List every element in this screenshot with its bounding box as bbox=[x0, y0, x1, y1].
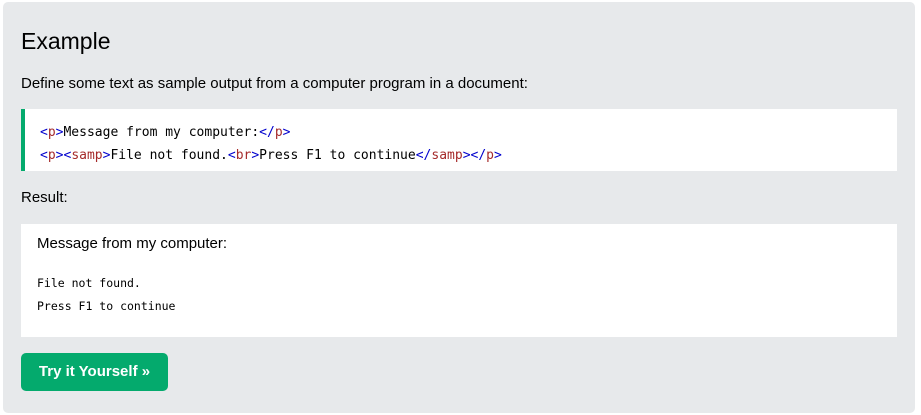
code-tag-bracket: > bbox=[282, 125, 291, 140]
code-text: File not found. bbox=[110, 148, 228, 163]
code-tag-name: p bbox=[274, 125, 283, 140]
code-tag-name: p bbox=[47, 125, 56, 140]
code-tag-bracket: < bbox=[227, 148, 236, 163]
code-tag-name: p bbox=[486, 148, 494, 163]
code-tag-bracket: < bbox=[40, 125, 48, 140]
code-tag-name: br bbox=[235, 148, 252, 163]
result-box: Message from my computer: File not found… bbox=[21, 224, 897, 337]
code-tag-bracket: >< bbox=[55, 148, 72, 163]
code-tag-name: samp bbox=[431, 148, 463, 163]
code-text: Press F1 to continue bbox=[259, 148, 416, 163]
code-tag-bracket: > bbox=[494, 148, 502, 163]
code-tag-name: samp bbox=[71, 148, 103, 163]
example-title: Example bbox=[21, 28, 111, 54]
try-it-yourself-button[interactable]: Try it Yourself » bbox=[21, 353, 168, 391]
code-text: Message from my computer: bbox=[63, 125, 260, 140]
example-panel: Example Define some text as sample outpu… bbox=[3, 2, 915, 413]
result-samp-line: File not found. bbox=[37, 276, 141, 290]
code-tag-bracket: > bbox=[251, 148, 260, 163]
result-samp-line: Press F1 to continue bbox=[37, 299, 176, 313]
example-description: Define some text as sample output from a… bbox=[21, 75, 528, 92]
code-tag-bracket: ></ bbox=[462, 148, 487, 163]
code-tag-bracket: < bbox=[40, 148, 48, 163]
code-tag-bracket: </ bbox=[259, 125, 275, 140]
result-paragraph: Message from my computer: bbox=[37, 235, 228, 252]
result-label: Result: bbox=[21, 189, 68, 206]
code-tag-bracket: </ bbox=[415, 148, 432, 163]
code-line: <p>Message from my computer:</p> bbox=[40, 121, 897, 144]
code-tag-name: p bbox=[47, 148, 56, 163]
code-block: <p>Message from my computer:</p> <p><sam… bbox=[21, 109, 897, 171]
code-line: <p><samp>File not found.<br>Press F1 to … bbox=[40, 144, 897, 167]
